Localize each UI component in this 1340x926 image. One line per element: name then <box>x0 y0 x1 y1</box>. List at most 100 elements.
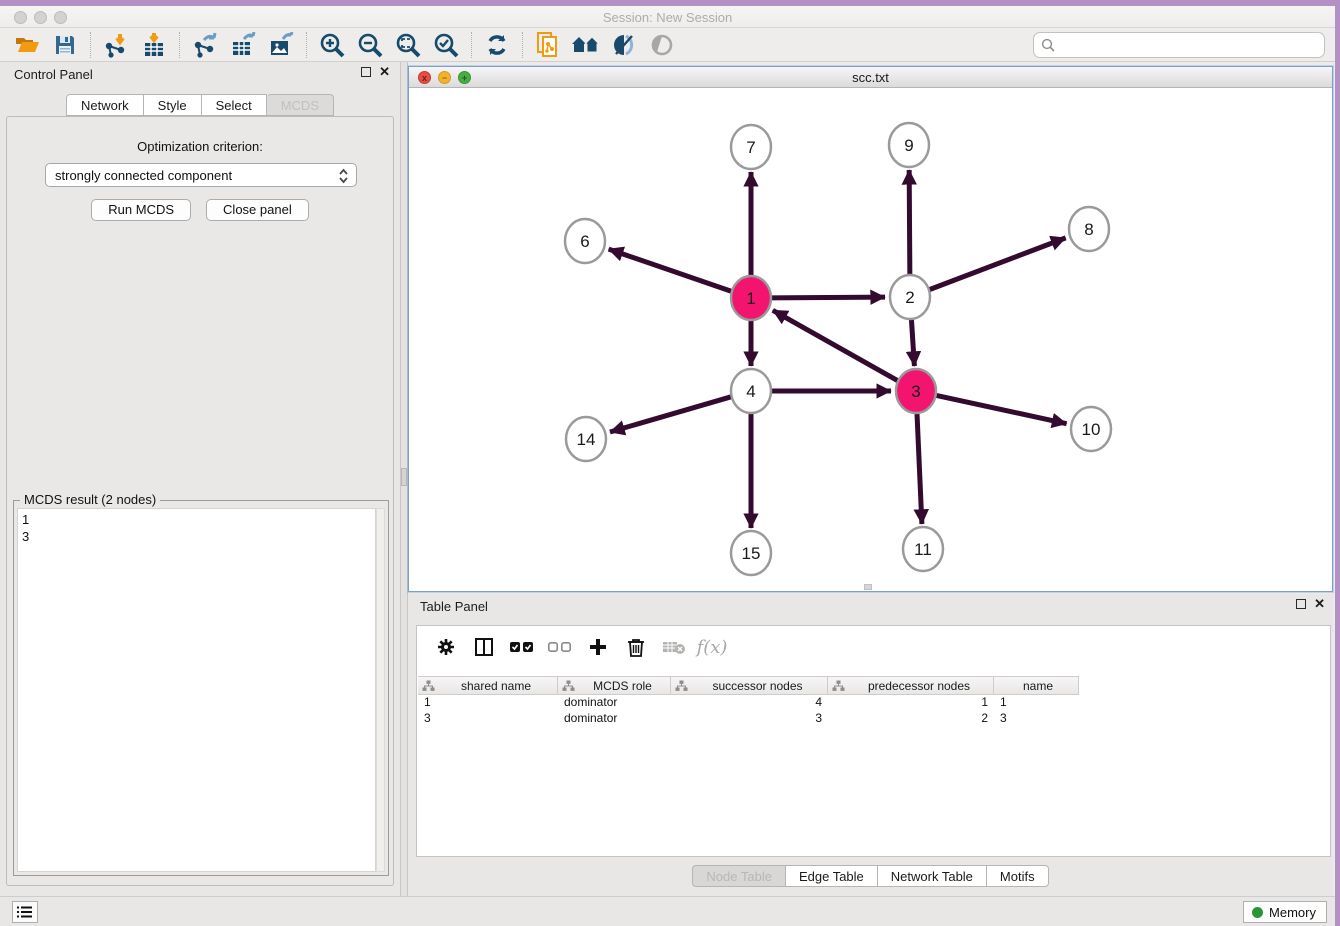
edge-1-2[interactable] <box>770 297 885 298</box>
column-header-mcds-role[interactable]: MCDS role <box>558 676 671 695</box>
float-table-panel-icon[interactable] <box>1296 599 1306 609</box>
zoom-in-icon <box>319 32 345 58</box>
close-panel-icon[interactable]: ✕ <box>379 67 390 77</box>
import-network-button[interactable] <box>101 31 131 59</box>
tab-network-table[interactable]: Network Table <box>878 865 987 887</box>
mcds-panel: Optimization criterion: strongly connect… <box>6 116 394 886</box>
mcds-result-title: MCDS result (2 nodes) <box>20 492 160 507</box>
first-neighbors-button[interactable] <box>571 31 601 59</box>
column-label: name <box>998 679 1078 693</box>
column-header-predecessor-nodes[interactable]: predecessor nodes <box>828 676 994 695</box>
graph-node-1[interactable]: 1 <box>731 276 771 320</box>
toolbar-separator <box>522 32 523 58</box>
graph-node-3[interactable]: 3 <box>896 369 936 413</box>
network-graph[interactable]: 7 9 6 8 1 2 4 3 14 10 15 11 <box>409 88 1332 591</box>
zoom-out-button[interactable] <box>355 31 385 59</box>
delete-table-button[interactable] <box>661 635 687 659</box>
cell-name[interactable]: 3 <box>994 711 1079 727</box>
network-search-field[interactable] <box>1033 32 1325 58</box>
zoom-fit-button[interactable] <box>393 31 423 59</box>
column-header-name[interactable]: name <box>994 676 1079 695</box>
column-selector-button[interactable] <box>471 635 497 659</box>
tab-select[interactable]: Select <box>202 94 267 116</box>
graph-node-14[interactable]: 14 <box>566 417 606 461</box>
column-header-shared-name[interactable]: shared name <box>418 676 558 695</box>
export-table-button[interactable] <box>228 31 258 59</box>
tab-style[interactable]: Style <box>144 94 202 116</box>
graph-node-10[interactable]: 10 <box>1071 407 1111 451</box>
cell-successor-nodes[interactable]: 4 <box>671 695 828 711</box>
graph-node-9[interactable]: 9 <box>889 123 929 167</box>
float-panel-icon[interactable] <box>361 67 371 77</box>
table-row[interactable]: 1dominator411 <box>418 695 1329 711</box>
edge-2-3[interactable] <box>911 316 914 366</box>
graph-node-4[interactable]: 4 <box>731 369 771 413</box>
graph-node-2[interactable]: 2 <box>890 275 930 319</box>
open-session-button[interactable] <box>12 31 42 59</box>
select-stepper-icon <box>338 167 349 188</box>
zoom-selected-button[interactable] <box>431 31 461 59</box>
edge-4-14[interactable] <box>610 396 733 432</box>
cell-name[interactable]: 1 <box>994 695 1079 711</box>
toggle-bird-view-button[interactable] <box>647 31 677 59</box>
graph-node-11[interactable]: 11 <box>903 527 943 571</box>
cell-successor-nodes[interactable]: 3 <box>671 711 828 727</box>
save-icon <box>53 33 77 57</box>
edge-3-11[interactable] <box>917 410 922 524</box>
export-image-button[interactable] <box>266 31 296 59</box>
export-network-button[interactable] <box>190 31 220 59</box>
close-table-panel-icon[interactable]: ✕ <box>1314 599 1325 609</box>
network-window-titlebar[interactable]: x − + scc.txt <box>409 67 1332 88</box>
cell-shared-name[interactable]: 1 <box>418 695 558 711</box>
deselect-all-button[interactable] <box>547 635 573 659</box>
plus-icon <box>588 637 608 657</box>
table-options-button[interactable] <box>433 635 459 659</box>
table-row[interactable]: 3dominator323 <box>418 711 1329 727</box>
graph-node-6[interactable]: 6 <box>565 219 605 263</box>
zoom-in-button[interactable] <box>317 31 347 59</box>
edge-2-8[interactable] <box>928 238 1066 290</box>
edge-1-6[interactable] <box>609 249 733 292</box>
graph-node-8[interactable]: 8 <box>1069 207 1109 251</box>
column-header-successor-nodes[interactable]: successor nodes <box>671 676 828 695</box>
mcds-result-text[interactable]: 1 3 <box>17 508 376 872</box>
new-network-from-selection-button[interactable] <box>533 31 563 59</box>
cell-predecessor-nodes[interactable]: 2 <box>828 711 994 727</box>
tab-node-table[interactable]: Node Table <box>692 865 786 887</box>
network-canvas[interactable]: 7 9 6 8 1 2 4 3 14 10 15 11 <box>409 88 1332 591</box>
tab-edge-table[interactable]: Edge Table <box>786 865 878 887</box>
graph-node-15[interactable]: 15 <box>731 531 771 575</box>
graph-node-7[interactable]: 7 <box>731 125 771 169</box>
task-history-button[interactable] <box>12 901 38 923</box>
search-input[interactable] <box>1060 38 1324 53</box>
cell-shared-name[interactable]: 3 <box>418 711 558 727</box>
optimization-criterion-select[interactable]: strongly connected component <box>45 163 357 187</box>
window-title: Session: New Session <box>0 10 1335 25</box>
select-all-button[interactable] <box>509 635 535 659</box>
save-session-button[interactable] <box>50 31 80 59</box>
splitter-grip[interactable] <box>401 468 407 486</box>
edge-2-9[interactable] <box>909 170 910 278</box>
edge-3-10[interactable] <box>935 395 1067 424</box>
run-mcds-button[interactable]: Run MCDS <box>91 199 191 221</box>
node-label: 7 <box>746 138 755 157</box>
tab-mcds[interactable]: MCDS <box>267 94 334 116</box>
delete-row-button[interactable] <box>623 635 649 659</box>
add-row-button[interactable] <box>585 635 611 659</box>
export-table-icon <box>230 32 256 58</box>
tab-motifs[interactable]: Motifs <box>987 865 1049 887</box>
show-graphics-details-button[interactable] <box>609 31 639 59</box>
tab-network[interactable]: Network <box>66 94 144 116</box>
canvas-resize-grip[interactable] <box>864 584 872 590</box>
cell-mcds-role[interactable]: dominator <box>558 711 671 727</box>
cell-predecessor-nodes[interactable]: 1 <box>828 695 994 711</box>
cell-mcds-role[interactable]: dominator <box>558 695 671 711</box>
result-scrollbar[interactable] <box>376 508 385 872</box>
edge-3-1[interactable] <box>773 310 900 381</box>
import-table-button[interactable] <box>139 31 169 59</box>
function-builder-button[interactable]: f(x) <box>699 635 725 659</box>
apply-layout-button[interactable] <box>482 31 512 59</box>
panel-splitter[interactable] <box>400 62 408 896</box>
close-panel-button[interactable]: Close panel <box>206 199 309 221</box>
memory-button[interactable]: Memory <box>1243 901 1327 923</box>
